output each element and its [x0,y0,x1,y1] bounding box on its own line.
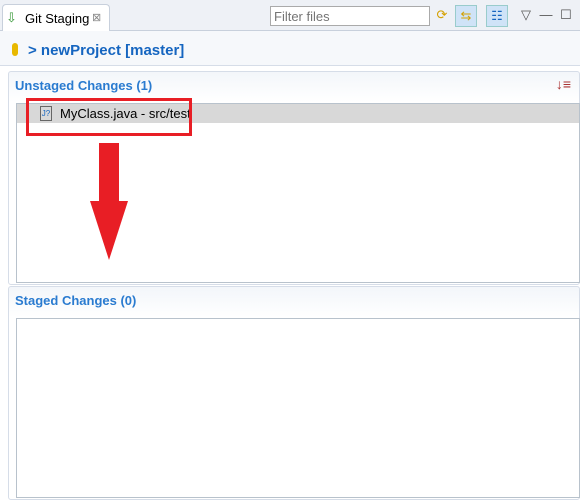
git-staging-icon: ⇩ [6,10,17,25]
sort-icon[interactable]: ↓≡ [556,76,571,92]
staged-section: Staged Changes (0) [8,286,580,500]
minimize-icon[interactable]: — [536,5,556,25]
repo-title: > newProject [master] [12,42,184,59]
repo-label: > newProject [master] [28,42,185,59]
view-tabbar: ⇩ Git Staging ⊠ ⟳ ⇆ ☷ ▽ — ☐ [0,0,580,32]
tab-label: Git Staging [25,11,90,26]
highlight-box [26,98,192,136]
repository-icon [12,43,18,56]
layout-icon[interactable]: ☷ [486,5,508,27]
filter-input[interactable] [270,6,430,26]
refresh-icon[interactable]: ⟳ [432,5,452,25]
down-arrow-annotation [90,143,128,260]
maximize-icon[interactable]: ☐ [556,5,576,25]
link-selection-icon[interactable]: ⇆ [455,5,477,27]
view-menu-icon[interactable]: ▽ [516,5,536,25]
close-icon[interactable]: ⊠ [92,11,101,24]
staged-list[interactable] [16,318,580,498]
unstaged-title: Unstaged Changes (1) [15,78,153,93]
staged-title: Staged Changes (0) [15,293,137,308]
tab-git-staging[interactable]: ⇩ Git Staging ⊠ [2,4,110,32]
